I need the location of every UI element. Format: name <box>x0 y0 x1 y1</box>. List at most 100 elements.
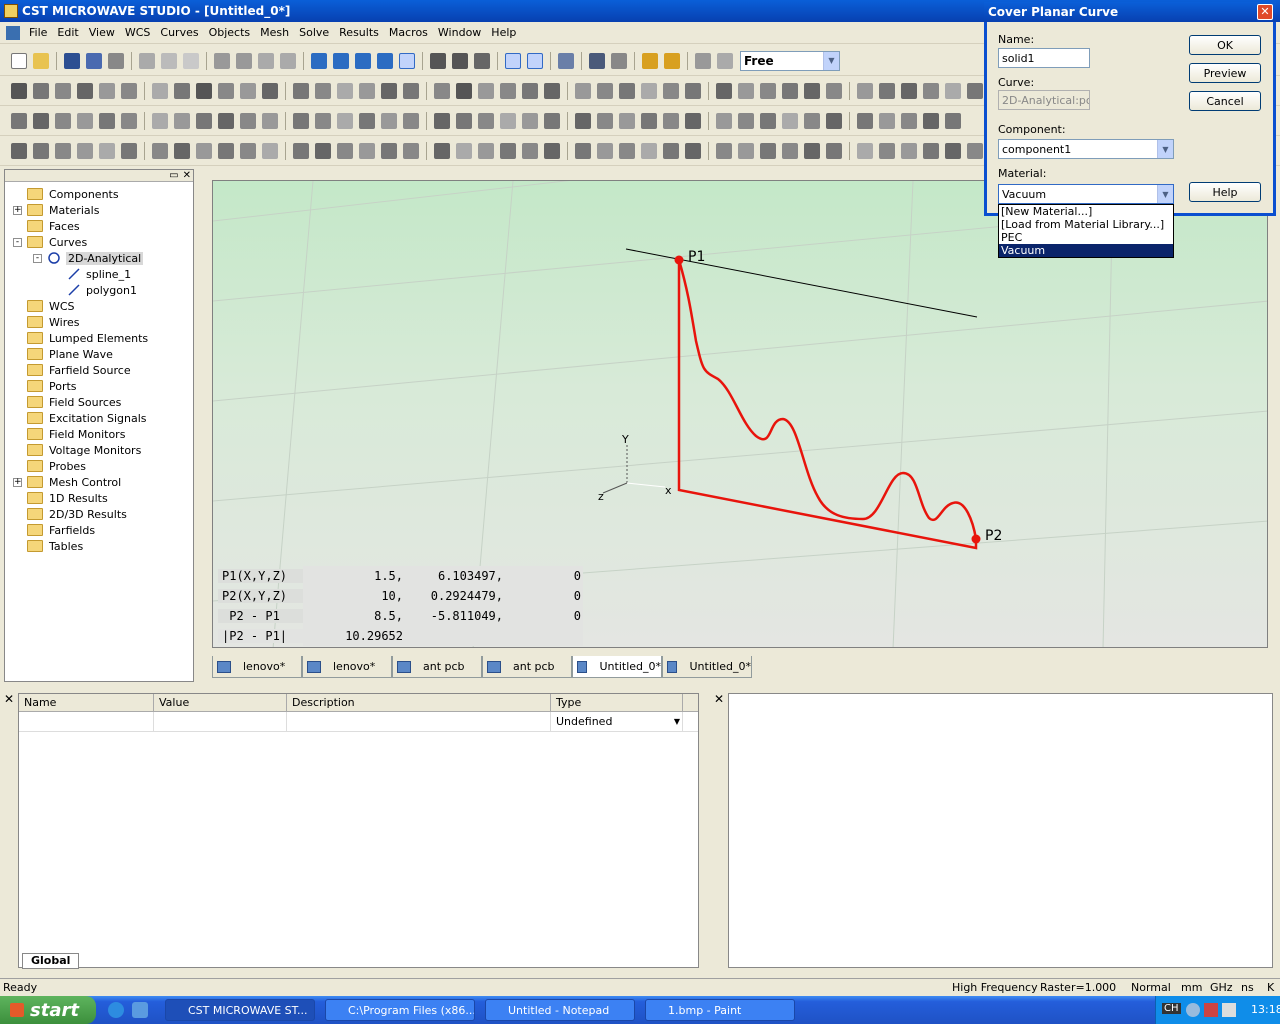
tool-icon[interactable] <box>544 82 560 99</box>
ie-icon[interactable] <box>108 1002 124 1018</box>
zoom-icon[interactable] <box>430 52 446 69</box>
tool-icon[interactable] <box>218 142 234 159</box>
tree-item[interactable]: Components <box>27 186 119 202</box>
save-icon[interactable] <box>64 52 80 69</box>
tool-icon[interactable] <box>923 82 939 99</box>
zoom-fit-icon[interactable] <box>452 52 468 69</box>
material-select[interactable]: Vacuum ▼ <box>998 184 1174 204</box>
tree-item[interactable]: Field Sources <box>27 394 121 410</box>
document-tab[interactable]: Untitled_0* <box>572 656 662 678</box>
history-icon[interactable] <box>280 52 296 69</box>
planar-curve[interactable] <box>677 259 978 550</box>
tool-icon[interactable] <box>77 112 93 129</box>
open-folder-icon[interactable] <box>33 52 49 69</box>
tool-icon[interactable] <box>218 112 234 129</box>
header-description[interactable]: Description <box>287 694 551 711</box>
tool-icon[interactable] <box>240 112 256 129</box>
document-tab[interactable]: ant pcb <box>392 656 482 678</box>
menu-results[interactable]: Results <box>334 26 384 39</box>
tree-item[interactable]: WCS <box>27 298 75 314</box>
tool-icon[interactable] <box>174 142 190 159</box>
tool-icon[interactable] <box>33 112 49 129</box>
tool-icon[interactable] <box>663 82 679 99</box>
zoom-window-icon[interactable] <box>399 52 415 69</box>
copy-icon[interactable] <box>139 52 155 69</box>
exclamation-icon[interactable] <box>258 52 274 69</box>
tree-item[interactable]: Ports <box>27 378 77 394</box>
tool-icon[interactable] <box>901 142 917 159</box>
chevron-down-icon[interactable]: ▼ <box>823 51 839 70</box>
tool-icon[interactable] <box>663 142 679 159</box>
tool-icon[interactable] <box>456 82 472 99</box>
tool-icon[interactable] <box>478 142 494 159</box>
name-field[interactable]: solid1 <box>998 48 1090 68</box>
cancel-button[interactable]: Cancel <box>1189 91 1261 111</box>
cell-value[interactable] <box>154 712 287 731</box>
grid-icon[interactable] <box>527 52 543 69</box>
axes-icon[interactable] <box>505 52 521 69</box>
security-icon[interactable] <box>1204 1003 1218 1017</box>
tool-icon[interactable] <box>196 82 212 99</box>
tool-icon[interactable] <box>152 112 168 129</box>
tool-icon[interactable] <box>381 82 397 99</box>
menu-wcs[interactable]: WCS <box>120 26 156 39</box>
rotate-view-icon[interactable] <box>311 52 327 69</box>
tool-icon[interactable] <box>456 142 472 159</box>
tool-icon[interactable] <box>879 112 895 129</box>
tool-icon[interactable] <box>337 142 353 159</box>
tree-item[interactable]: 1D Results <box>27 490 108 506</box>
tool-icon[interactable] <box>99 82 115 99</box>
tool-icon[interactable] <box>381 142 397 159</box>
option-vacuum[interactable]: Vacuum <box>999 244 1173 257</box>
tool-icon[interactable] <box>500 112 516 129</box>
pick-icon[interactable] <box>236 52 252 69</box>
tool-icon[interactable] <box>857 142 873 159</box>
spin-view-icon[interactable] <box>333 52 349 69</box>
start-button[interactable]: start <box>0 996 96 1024</box>
paste-icon[interactable] <box>183 52 199 69</box>
select-icon[interactable] <box>664 52 680 69</box>
ok-button[interactable]: OK <box>1189 35 1261 55</box>
tool-icon[interactable] <box>522 82 538 99</box>
save-all-icon[interactable] <box>86 52 102 69</box>
pan-icon[interactable] <box>355 52 371 69</box>
tree-item[interactable]: Wires <box>27 314 79 330</box>
tool-icon[interactable] <box>174 82 190 99</box>
tool-icon[interactable] <box>403 112 419 129</box>
tab-global[interactable]: Global <box>22 953 80 969</box>
tool-icon[interactable] <box>403 82 419 99</box>
tool-icon[interactable] <box>55 112 71 129</box>
tool-icon[interactable] <box>293 142 309 159</box>
document-tab[interactable]: lenovo* <box>212 656 302 678</box>
menu-macros[interactable]: Macros <box>384 26 433 39</box>
point-p1[interactable] <box>674 255 684 265</box>
tree-item[interactable]: Curves <box>27 234 87 250</box>
tool-icon[interactable] <box>804 142 820 159</box>
tool-icon[interactable] <box>33 82 49 99</box>
tool-icon[interactable] <box>597 82 613 99</box>
tool-icon[interactable] <box>716 112 732 129</box>
tree-item[interactable]: Lumped Elements <box>27 330 148 346</box>
tool-icon[interactable] <box>262 112 278 129</box>
tree-item[interactable]: Excitation Signals <box>27 410 147 426</box>
tool-icon[interactable] <box>575 142 591 159</box>
tool-icon[interactable] <box>597 112 613 129</box>
tool-icon[interactable] <box>738 82 754 99</box>
tool-icon[interactable] <box>879 142 895 159</box>
tool-icon[interactable] <box>901 82 917 99</box>
tool-icon[interactable] <box>337 82 353 99</box>
help-button[interactable]: Help <box>1189 182 1261 202</box>
tool-icon[interactable] <box>500 82 516 99</box>
shape-icon[interactable] <box>611 52 627 69</box>
tool-icon[interactable] <box>381 112 397 129</box>
document-tab[interactable]: Untitled_0* <box>662 656 752 678</box>
chevron-down-icon[interactable]: ▼ <box>1157 140 1173 158</box>
tool-icon[interactable] <box>619 142 635 159</box>
tool-icon[interactable] <box>945 112 961 129</box>
tool-icon[interactable] <box>11 82 27 99</box>
tool-icon[interactable] <box>760 142 776 159</box>
tool-icon[interactable] <box>738 142 754 159</box>
preview-button[interactable]: Preview <box>1189 63 1261 83</box>
header-value[interactable]: Value <box>154 694 287 711</box>
cell-type[interactable]: Undefined ▼ <box>551 712 683 731</box>
